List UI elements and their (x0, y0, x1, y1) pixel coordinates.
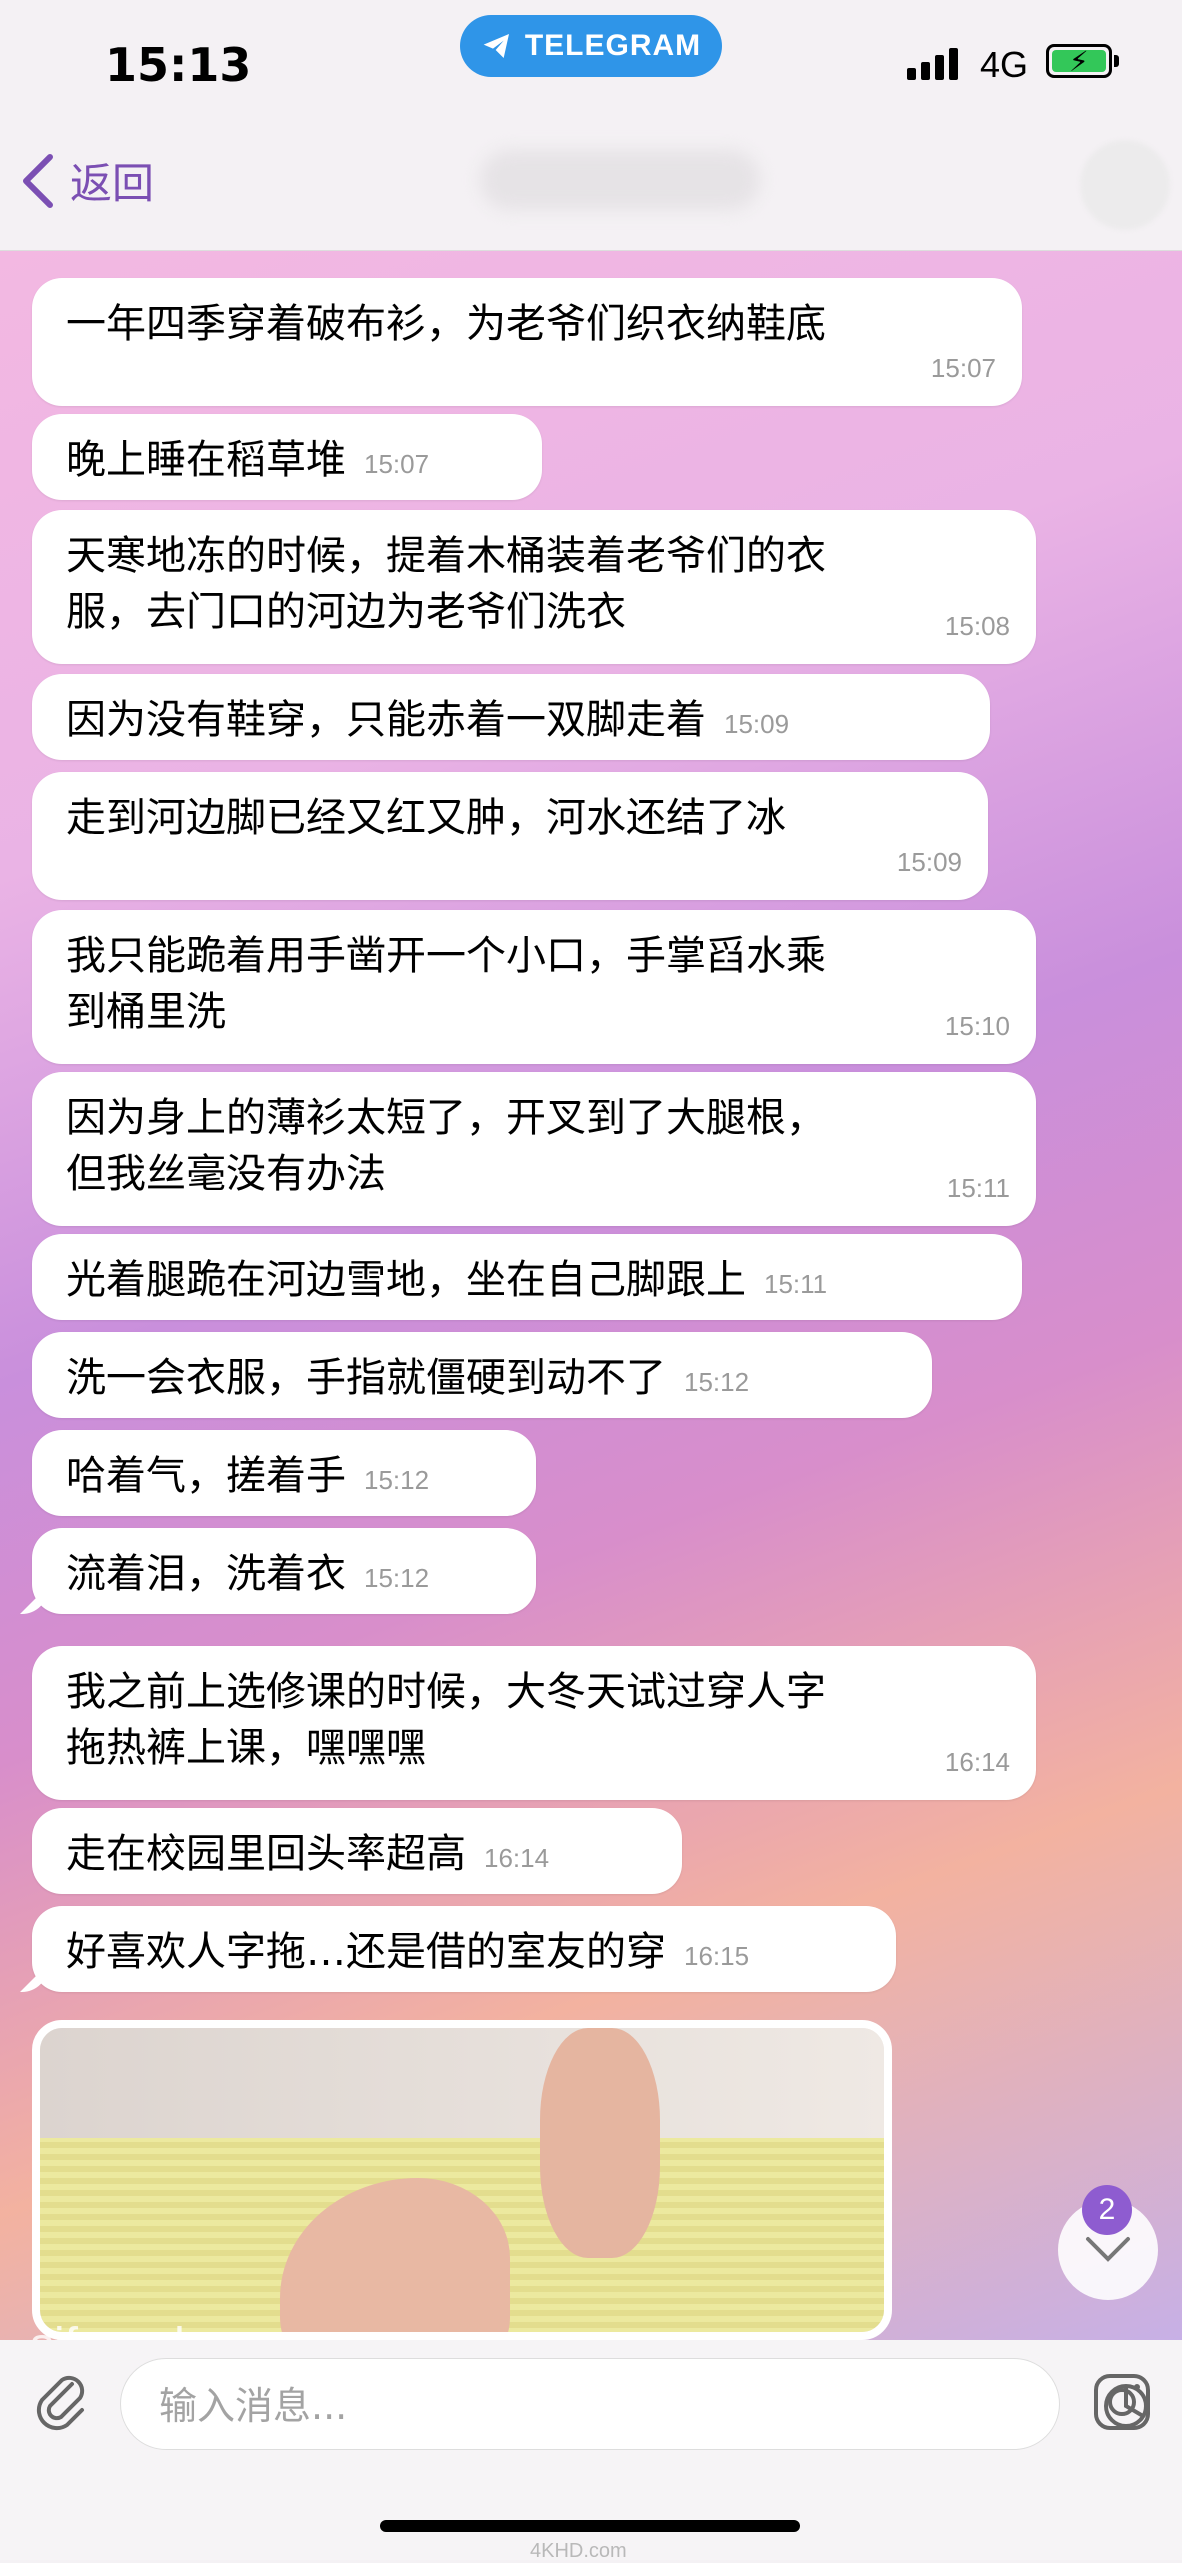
message-bubble[interactable]: 因为没有鞋穿，只能赤着一双脚走着 15:09 (32, 674, 990, 760)
message-text: 光着腿跪在河边雪地，坐在自己脚跟上 (66, 1257, 746, 1303)
message-bubble[interactable]: 走在校园里回头率超高 16:14 (32, 1808, 682, 1894)
message-input-wrapper (120, 2358, 1148, 2450)
message-time: 15:09 (724, 709, 790, 739)
chevron-left-icon (23, 153, 53, 208)
message-bubble[interactable]: 我只能跪着用手凿开一个小口，手掌舀水乘 到桶里洗 15:10 (32, 910, 1036, 1064)
back-label: 返回 (70, 159, 155, 208)
message-text: 走在校园里回头率超高 (66, 1831, 466, 1877)
back-button[interactable]: 返回 (20, 150, 154, 211)
status-bar: 15:13 TELEGRAM 4G ⚡ (0, 0, 1182, 120)
message-text: 一年四季穿着破布衫，为老爷们织衣纳鞋底 (66, 301, 826, 347)
battery-tip (1114, 55, 1119, 67)
home-indicator (380, 2520, 800, 2532)
photo-message[interactable] (32, 2020, 892, 2340)
message-text: 好喜欢人字拖…还是借的室友的穿 (66, 1929, 666, 1975)
message-text: 我只能跪着用手凿开一个小口，手掌舀水乘 到桶里洗 (66, 933, 826, 1035)
message-text: 因为身上的薄衫太短了，开叉到了大腿根， 但我丝毫没有办法 (66, 1095, 826, 1197)
message-time: 16:14 (484, 1843, 550, 1873)
message-bubble[interactable]: 洗一会衣服，手指就僵硬到动不了 15:12 (32, 1332, 932, 1418)
message-bubble[interactable]: 晚上睡在稻草堆 15:07 (32, 414, 542, 500)
message-bubble[interactable]: 好喜欢人字拖…还是借的室友的穿 16:15 (32, 1906, 896, 1992)
message-time: 15:07 (930, 353, 996, 383)
message-text: 我之前上选修课的时候，大冬天试过穿人字 拖热裤上课，嘿嘿嘿 (66, 1669, 826, 1771)
status-time: 15:13 (105, 38, 252, 92)
message-text: 天寒地冻的时候，提着木桶装着老爷们的衣 服，去门口的河边为老爷们洗衣 (66, 533, 826, 635)
message-bubble[interactable]: 走到河边脚已经又红又肿，河水还结了冰 15:09 (32, 772, 988, 900)
network-type: 4G (980, 44, 1029, 85)
photo-foot (540, 2028, 660, 2258)
unread-count-badge: 2 (1082, 2185, 1132, 2235)
battery-icon: ⚡ (1046, 44, 1112, 78)
message-time: 15:12 (364, 1465, 430, 1495)
telegram-pill[interactable]: TELEGRAM (460, 15, 722, 77)
message-time: 15:07 (364, 449, 430, 479)
message-text: 哈着气，搓着手 (66, 1453, 346, 1499)
chat-title-blurred[interactable] (480, 150, 760, 210)
message-bubble[interactable]: 我之前上选修课的时候，大冬天试过穿人字 拖热裤上课，嘿嘿嘿 16:14 (32, 1646, 1036, 1800)
message-bubble[interactable]: 一年四季穿着破布衫，为老爷们织衣纳鞋底 15:07 (32, 278, 1022, 406)
paperclip-icon[interactable] (30, 2370, 94, 2434)
message-text: 晚上睡在稻草堆 (66, 437, 346, 483)
message-time: 15:12 (684, 1367, 750, 1397)
avatar[interactable] (1080, 140, 1170, 230)
message-time: 15:11 (764, 1269, 828, 1299)
message-time: 15:11 (946, 1173, 1010, 1203)
message-input[interactable] (157, 2377, 941, 2435)
paper-plane-icon (483, 34, 509, 58)
message-time: 16:15 (684, 1941, 750, 1971)
camera-icon[interactable] (1090, 2370, 1154, 2434)
message-time: 15:09 (896, 847, 962, 877)
message-bubble[interactable]: 因为身上的薄衫太短了，开叉到了大腿根， 但我丝毫没有办法 15:11 (32, 1072, 1036, 1226)
message-time: 16:14 (944, 1747, 1010, 1777)
chevron-down-icon (1086, 2237, 1130, 2262)
message-text: 流着泪，洗着衣 (66, 1551, 346, 1597)
message-bubble[interactable]: 流着泪，洗着衣 15:12 (32, 1528, 536, 1614)
cell-signal-icon (907, 46, 958, 80)
message-time: 15:10 (944, 1011, 1010, 1041)
message-text: 洗一会衣服，手指就僵硬到动不了 (66, 1355, 666, 1401)
telegram-pill-label: TELEGRAM (524, 29, 702, 62)
chat-header: 返回 (0, 120, 1182, 251)
message-bubble[interactable]: 天寒地冻的时候，提着木桶装着老爷们的衣 服，去门口的河边为老爷们洗衣 15:08 (32, 510, 1036, 664)
message-time: 15:08 (944, 611, 1010, 641)
message-bubble[interactable]: 光着腿跪在河边雪地，坐在自己脚跟上 15:11 (32, 1234, 1022, 1320)
message-bubble[interactable]: 哈着气，搓着手 15:12 (32, 1430, 536, 1516)
message-text: 因为没有鞋穿，只能赤着一双脚走着 (66, 697, 706, 743)
message-text: 走到河边脚已经又红又肿，河水还结了冰 (66, 795, 786, 841)
message-time: 15:12 (364, 1563, 430, 1593)
